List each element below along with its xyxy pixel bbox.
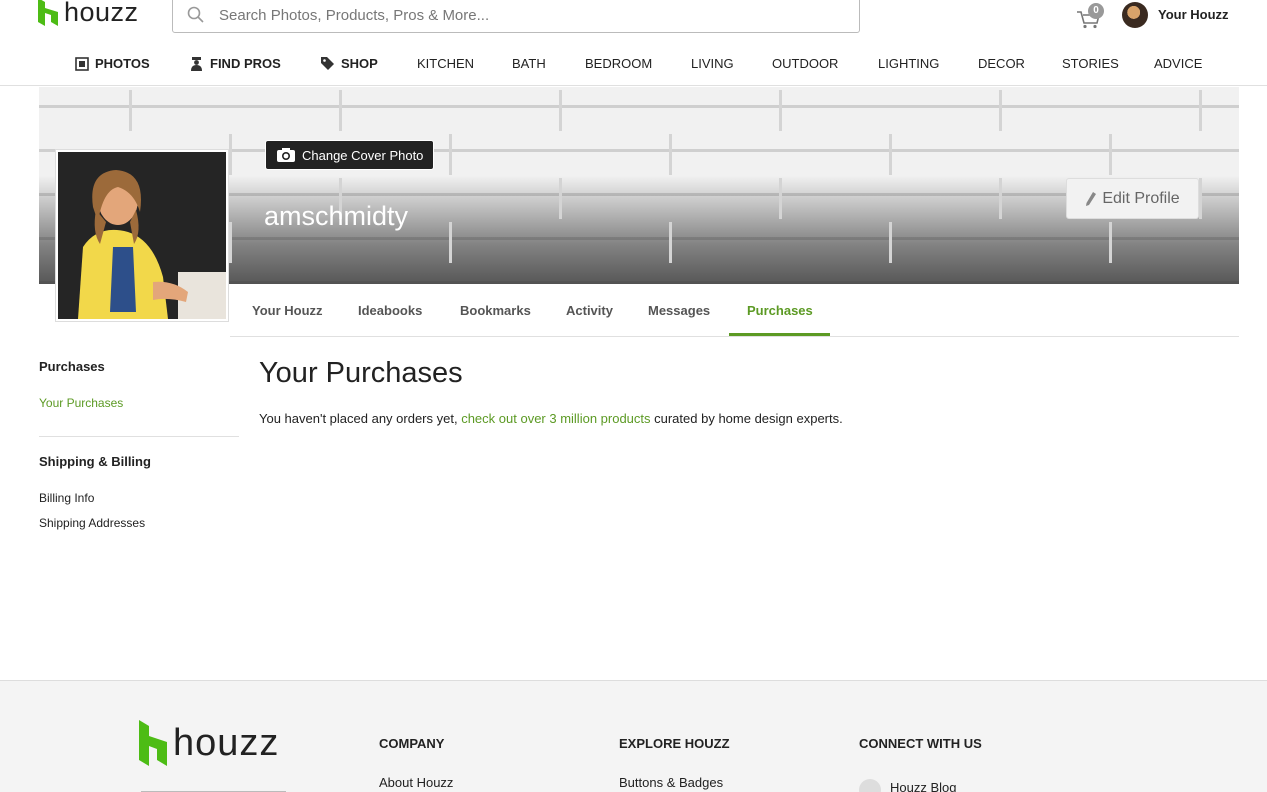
page-title: Your Purchases (259, 357, 463, 389)
footer-link-houzz-blog[interactable]: Houzz Blog (890, 780, 956, 792)
camera-icon (277, 148, 295, 162)
edit-profile-button[interactable]: Edit Profile (1066, 178, 1199, 219)
nav-bedroom[interactable]: BEDROOM (585, 56, 652, 71)
tab-messages[interactable]: Messages (648, 303, 710, 318)
footer: houzz COMPANY About Houzz EXPLORE HOUZZ … (0, 680, 1267, 792)
nav-lighting[interactable]: LIGHTING (878, 56, 939, 71)
blog-icon (859, 779, 881, 792)
user-avatar[interactable] (1122, 2, 1148, 28)
houzz-logo-icon (139, 720, 167, 766)
footer-heading-company: COMPANY (379, 736, 445, 751)
footer-link-buttons-badges[interactable]: Buttons & Badges (619, 775, 723, 790)
nav-living[interactable]: LIVING (691, 56, 734, 71)
tab-purchases[interactable]: Purchases (747, 303, 813, 318)
footer-logo-wordmark: houzz (173, 721, 280, 764)
sidebar-link-billing-info[interactable]: Billing Info (39, 491, 94, 505)
nav-advice[interactable]: ADVICE (1154, 56, 1202, 71)
footer-houzz-logo[interactable]: houzz (139, 720, 279, 766)
products-link[interactable]: check out over 3 million products (461, 411, 650, 426)
your-houzz-menu[interactable]: Your Houzz (1158, 7, 1229, 22)
nav-outdoor[interactable]: OUTDOOR (772, 56, 838, 71)
logo-wordmark: houzz (64, 0, 139, 27)
profile-tabs: Your Houzz Ideabooks Bookmarks Activity … (230, 284, 1239, 337)
profile-picture (58, 152, 226, 319)
nav-kitchen[interactable]: KITCHEN (417, 56, 474, 71)
sidebar-heading-purchases: Purchases (39, 359, 105, 374)
tab-ideabooks[interactable]: Ideabooks (358, 303, 422, 318)
sidebar-divider (39, 436, 239, 437)
profile-photo[interactable] (55, 149, 229, 322)
houzz-logo[interactable]: houzz (38, 0, 139, 26)
footer-heading-explore: EXPLORE HOUZZ (619, 736, 730, 751)
footer-link-about-houzz[interactable]: About Houzz (379, 775, 453, 790)
tab-activity[interactable]: Activity (566, 303, 613, 318)
sidebar-link-shipping-addresses[interactable]: Shipping Addresses (39, 516, 145, 530)
nav-stories[interactable]: STORIES (1062, 56, 1119, 71)
sidebar-link-your-purchases[interactable]: Your Purchases (39, 396, 123, 410)
nav-photos[interactable]: PHOTOS (75, 56, 150, 71)
cart-button[interactable]: 0 (1076, 3, 1106, 30)
nav-bath[interactable]: BATH (512, 56, 546, 71)
search-icon (187, 6, 204, 23)
active-tab-indicator (729, 333, 830, 336)
search-bar[interactable] (172, 0, 860, 33)
empty-orders-message: You haven't placed any orders yet, check… (259, 411, 843, 426)
main-nav: PHOTOS FIND PROS SHOP KITCHEN BATH BEDRO… (0, 44, 1267, 86)
change-cover-photo-button[interactable]: Change Cover Photo (265, 140, 435, 170)
top-bar: houzz 0 Your Houzz (0, 0, 1267, 40)
houzz-logo-icon (38, 0, 58, 26)
sidebar-heading-shipping-billing: Shipping & Billing (39, 454, 151, 469)
photos-icon (75, 56, 89, 71)
tab-your-houzz[interactable]: Your Houzz (252, 303, 323, 318)
search-input[interactable] (219, 6, 819, 24)
profile-username: amschmidty (264, 201, 409, 231)
find-pros-icon (191, 57, 202, 71)
footer-heading-connect: CONNECT WITH US (859, 736, 982, 751)
cart-count-badge: 0 (1088, 3, 1104, 19)
tag-icon (321, 57, 334, 70)
nav-find-pros[interactable]: FIND PROS (189, 56, 281, 71)
nav-decor[interactable]: DECOR (978, 56, 1025, 71)
tab-bookmarks[interactable]: Bookmarks (460, 303, 531, 318)
pencil-icon (1086, 191, 1097, 206)
nav-shop[interactable]: SHOP (320, 56, 378, 71)
